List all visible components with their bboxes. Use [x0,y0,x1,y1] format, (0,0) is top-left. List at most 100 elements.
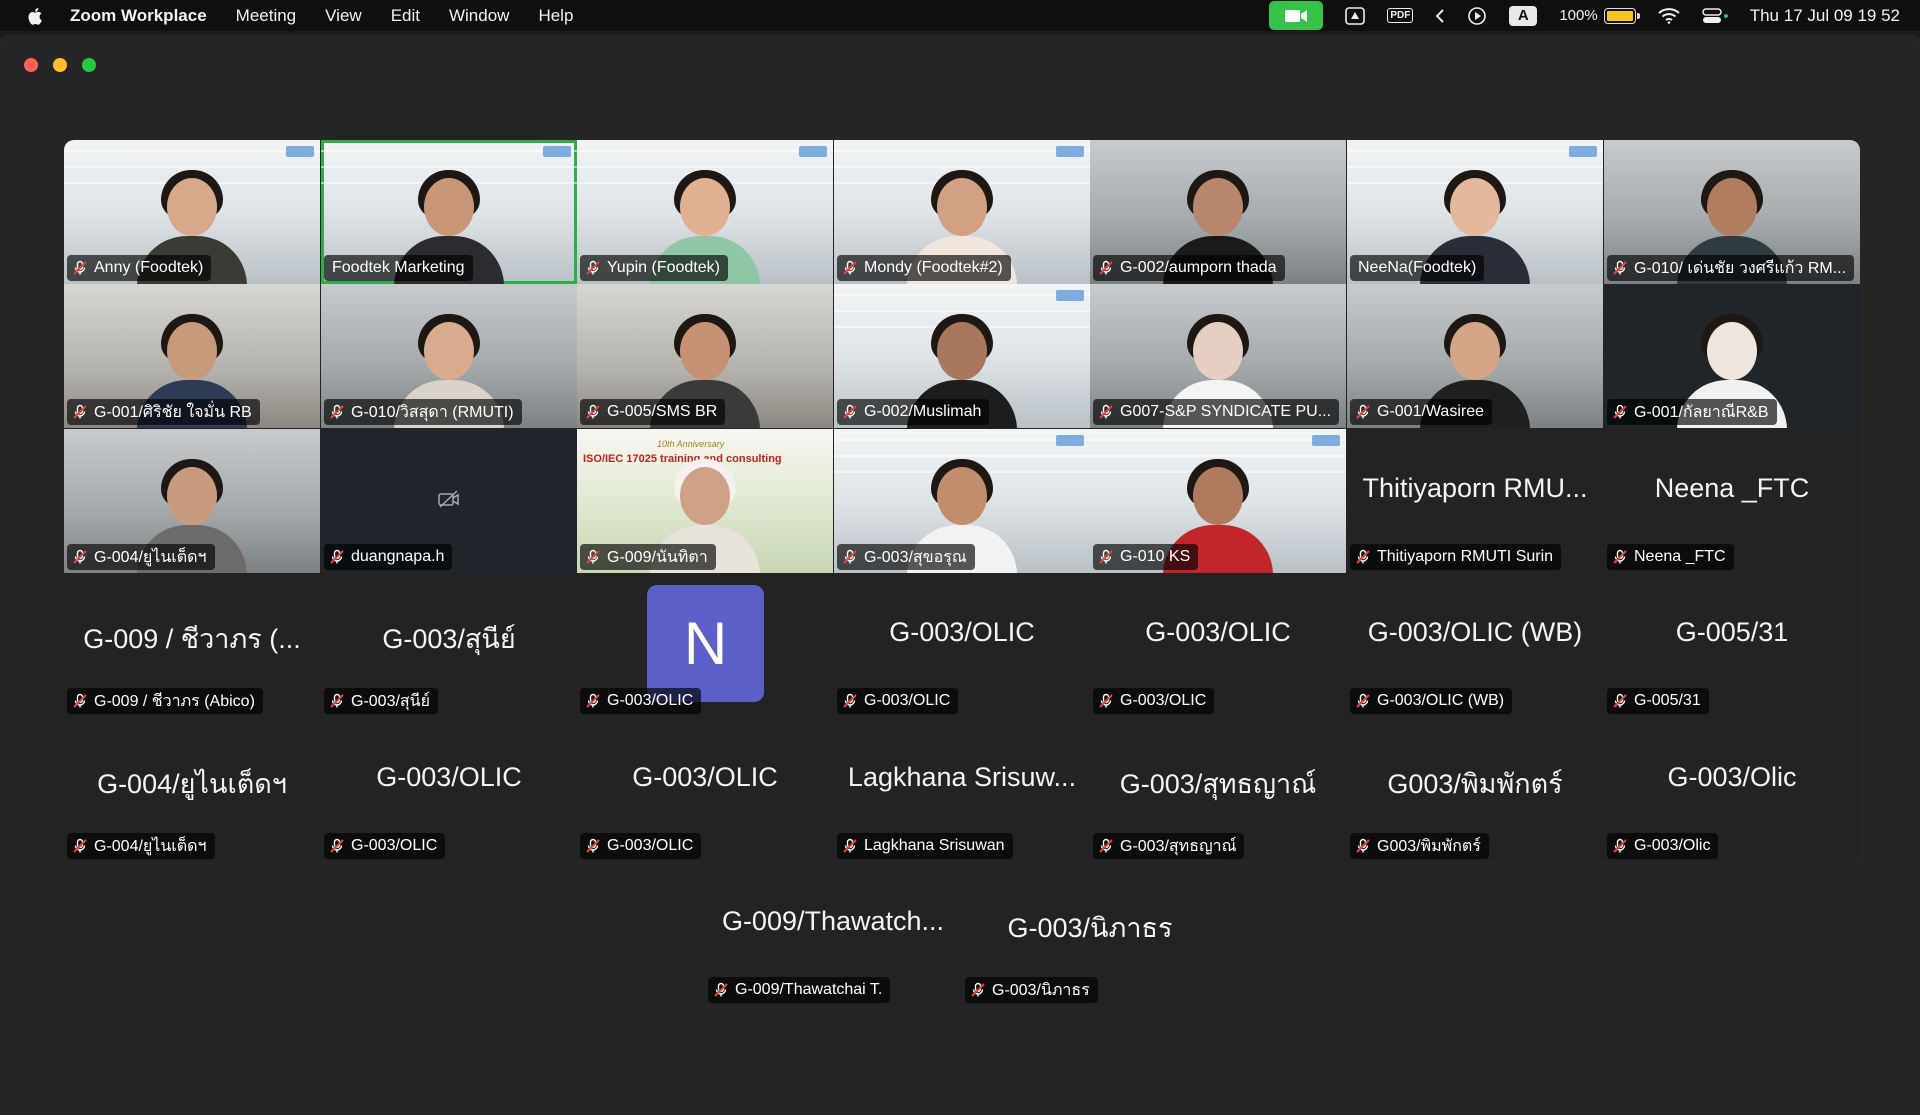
participant-tile[interactable]: G-003/สุทธญาณ์ G-003/สุทธญาณ์ [1090,718,1346,862]
participant-tile[interactable]: duangnapa.h [321,429,577,573]
chevron-left-icon[interactable] [1435,8,1445,24]
participant-tile[interactable]: G003/พิมพักตร์ G003/พิมพักตร์ [1347,718,1603,862]
participant-name-tag: G007-S&P SYNDICATE PU... [1093,399,1340,425]
background-ceiling-light [321,150,577,152]
participant-name-tag: G-003/OLIC [324,833,446,859]
participant-name-tag: Thitiyaporn RMUTI Surin [1350,544,1562,570]
participant-tile[interactable]: G-003/OLIC G-003/OLIC [1090,573,1346,717]
participant-tile[interactable]: G-010/วิสสุดา (RMUTI) [321,284,577,428]
menu-meeting[interactable]: Meeting [236,6,296,26]
battery-status[interactable]: 100% [1559,7,1640,24]
control-center-icon[interactable] [1701,7,1728,24]
participant-tile[interactable]: N G-003/OLIC [577,573,833,717]
participant-name: G-003/OLIC [351,837,438,854]
zoom-video-indicator[interactable] [1269,1,1324,30]
participant-tile[interactable]: G-003/OLIC G-003/OLIC [577,718,833,862]
menu-help[interactable]: Help [538,6,573,26]
microphone-muted-icon [586,549,600,564]
app-name-menu[interactable]: Zoom Workplace [70,6,207,26]
microphone-muted-icon [843,260,857,275]
participant-name-tag: G-009/Thawatchai T. [708,977,891,1003]
participant-tile[interactable]: G-003/OLIC (WB) G-003/OLIC (WB) [1347,573,1603,717]
participant-tile[interactable]: Neena _FTC Neena _FTC [1604,429,1860,573]
participant-name: G-002/Muslimah [864,403,982,420]
participant-display-name-large: G-009/Thawatch... [721,906,945,936]
participant-tile[interactable]: G-004/ยูไนเต็ดฯ [64,429,320,573]
close-window-button[interactable] [24,58,38,72]
participant-name-tag: G-003/นิภาธร [965,977,1098,1003]
participant-tile[interactable]: G-009 / ชีวาภร (... G-009 / ชีวาภร (Abico… [64,573,320,717]
participant-name-tag: G-003/สุนีย์ [324,688,438,714]
play-circle-icon[interactable] [1467,6,1487,26]
participant-name-tag: G-001/กัลยาณีR&B [1607,399,1777,425]
microphone-muted-icon [843,838,857,853]
background-ceiling-light [834,294,1090,296]
pdf-status-icon[interactable]: PDF [1387,8,1414,23]
participant-tile[interactable]: Lagkhana Srisuw... Lagkhana Srisuwan [834,718,1090,862]
participant-name: G-003/สุขอรุณ [864,548,967,566]
virtual-background-logo [1056,146,1084,157]
participant-tile[interactable]: G-002/aumporn thada [1090,140,1346,284]
participant-tile[interactable]: G-002/Muslimah [834,284,1090,428]
participant-name-tag: G-010/วิสสุดา (RMUTI) [324,399,522,425]
participant-tile[interactable]: G-003/Olic G-003/Olic [1604,718,1860,862]
minimize-window-button[interactable] [53,58,67,72]
participant-tile[interactable]: G-003/OLIC G-003/OLIC [321,718,577,862]
participant-name-tag: G-009 / ชีวาภร (Abico) [67,688,263,714]
microphone-muted-icon [73,838,87,853]
participant-tile[interactable]: Foodtek Marketing [321,140,577,284]
participant-tile[interactable]: G-005/31 G-005/31 [1604,573,1860,717]
input-source-icon[interactable]: A [1509,5,1538,26]
participant-display-name-large: Thitiyaporn RMU... [1362,473,1588,503]
participant-tile[interactable]: G-005/SMS BR [577,284,833,428]
apple-menu-icon[interactable] [26,6,46,26]
participant-tile[interactable]: NeeNa(Foodtek) [1347,140,1603,284]
participant-tile[interactable]: Yupin (Foodtek) [577,140,833,284]
google-drive-status-icon[interactable] [1345,6,1366,25]
participant-name-tag: G-002/aumporn thada [1093,255,1285,281]
participant-name: NeeNa(Foodtek) [1358,259,1477,276]
participant-tile[interactable]: G007-S&P SYNDICATE PU... [1090,284,1346,428]
participant-tile[interactable]: G-004/ยูไนเต็ดฯ G-004/ยูไนเต็ดฯ [64,718,320,862]
participant-tile[interactable]: G-003/นิภาธร G-003/นิภาธร [962,862,1218,1006]
participant-tile[interactable]: G-001/Wasiree [1347,284,1603,428]
participant-tile[interactable]: G-001/กัลยาณีR&B [1604,284,1860,428]
participant-name: G-003/นิภาธร [992,981,1090,999]
participant-tile[interactable]: G-003/สุขอรุณ [834,429,1090,573]
participant-tile[interactable]: Thitiyaporn RMU... Thitiyaporn RMUTI Suri… [1347,429,1603,573]
participant-tile[interactable]: G-003/สุนีย์ G-003/สุนีย์ [321,573,577,717]
microphone-muted-icon [73,693,87,708]
microphone-muted-icon [330,549,344,564]
microphone-muted-icon [330,693,344,708]
participant-tile[interactable]: G-010/ เด่นชัย วงศรีแก้ว RM... [1604,140,1860,284]
zoom-meeting-window: Anny (Foodtek) Foodtek Marketing Yupin (Fo… [0,34,1920,1115]
participant-tile[interactable]: Mondy (Foodtek#2) [834,140,1090,284]
participant-name: G-001/Wasiree [1377,403,1484,420]
microphone-muted-icon [1613,404,1627,419]
participant-name: G-003/สุนีย์ [351,692,430,710]
menu-window[interactable]: Window [449,6,509,26]
participant-name: G-009 / ชีวาภร (Abico) [94,692,255,710]
participant-name: Neena _FTC [1634,548,1726,565]
video-camera-icon [1285,9,1308,22]
menubar-clock[interactable]: Thu 17 Jul 09 19 52 [1750,6,1900,26]
microphone-muted-icon [1613,549,1627,564]
participant-name: G-002/aumporn thada [1120,259,1277,276]
participant-name: G-005/SMS BR [607,403,718,420]
menu-view[interactable]: View [325,6,362,26]
wifi-icon[interactable] [1658,7,1680,24]
microphone-muted-icon [1356,549,1370,564]
participant-tile[interactable]: Anny (Foodtek) [64,140,320,284]
menu-edit[interactable]: Edit [391,6,420,26]
participant-name-tag: G-003/OLIC [580,688,702,714]
participant-name-tag: Yupin (Foodtek) [580,255,728,281]
participant-name-tag: G-009/นันทิตา [580,544,716,570]
participant-tile[interactable]: G-003/OLIC G-003/OLIC [834,573,1090,717]
virtual-background-logo [1056,290,1084,301]
microphone-muted-icon [971,982,985,997]
participant-tile[interactable]: G-001/ศิริชัย ใจมั่น RB [64,284,320,428]
fullscreen-window-button[interactable] [82,58,96,72]
participant-tile[interactable]: G-009/Thawatch... G-009/Thawatchai T. [705,862,961,1006]
participant-tile[interactable]: 10th Anniversary ISO/IEC 17025 training a… [577,429,833,573]
participant-tile[interactable]: G-010 KS [1090,429,1346,573]
